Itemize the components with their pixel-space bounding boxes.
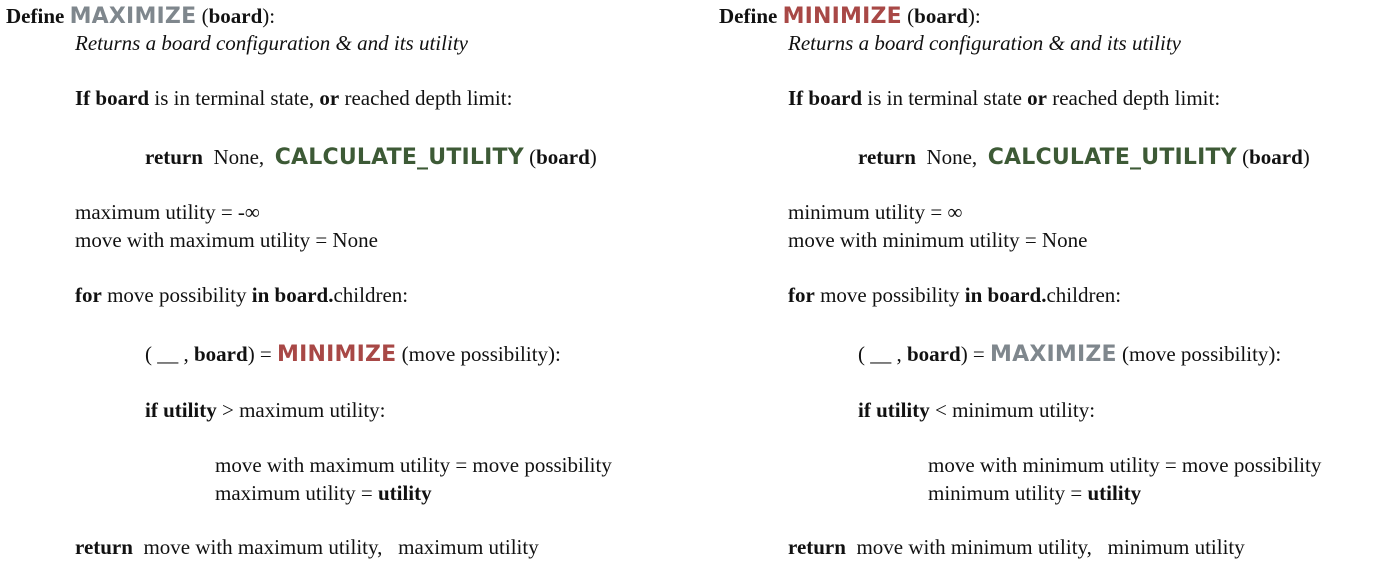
or-keyword: or	[319, 86, 340, 110]
return-keyword: return	[145, 145, 203, 169]
tuple-open: ( __ ,	[858, 342, 907, 366]
minimize-compare: if utility < minimum utility:	[858, 396, 1095, 424]
tuple-eq: ) =	[960, 342, 991, 366]
for-mid-text: move possibility	[814, 283, 965, 307]
board-keyword: board	[95, 86, 150, 110]
none-text: None,	[202, 145, 275, 169]
calc-close: )	[589, 145, 597, 169]
define-keyword: Define	[719, 4, 778, 28]
minimize-recursive-call: ( __ , board) = MAXIMIZE (move possibili…	[858, 340, 1281, 369]
depth-text: reached depth limit:	[339, 86, 513, 110]
maximize-compare: if utility > maximum utility:	[145, 396, 386, 424]
terminal-text: is in terminal state	[862, 86, 1028, 110]
minimize-comment: Returns a board configuration & and its …	[788, 31, 1181, 55]
tuple-open: ( __ ,	[145, 342, 194, 366]
tuple-board: board	[907, 342, 961, 366]
for-children-text: children:	[1046, 283, 1122, 307]
minimize-assign-utility: minimum utility = utility	[928, 479, 1141, 507]
minimize-function-name: MINIMIZE	[782, 4, 902, 29]
maximize-final-return: return move with maximum utility, maximu…	[75, 533, 539, 561]
terminal-text: is in terminal state,	[149, 86, 320, 110]
calc-board: board	[1249, 145, 1303, 169]
if-keyword: If	[75, 86, 91, 110]
if-keyword: if	[145, 398, 158, 422]
final-return-text: move with minimum utility, minimum utili…	[845, 535, 1245, 559]
define-keyword: Define	[6, 4, 65, 28]
assign-util-value: utility	[1087, 481, 1142, 505]
for-children-text: children:	[333, 283, 409, 307]
maximize-for-loop: for move possibility in board.children:	[75, 281, 408, 309]
minimize-define-line: Define MINIMIZE (board):	[719, 2, 981, 31]
if-keyword: If	[788, 86, 804, 110]
for-mid-text: move possibility	[101, 283, 252, 307]
tuple-board: board	[194, 342, 248, 366]
calc-close: )	[1302, 145, 1310, 169]
for-board-keyword: board.	[982, 283, 1047, 307]
in-keyword: in	[964, 283, 983, 307]
calculate-utility-function-name: CALCULATE_UTILITY	[274, 145, 524, 170]
if-keyword: if	[858, 398, 871, 422]
minimize-for-loop: for move possibility in board.children:	[788, 281, 1121, 309]
calculate-utility-function-name: CALCULATE_UTILITY	[987, 145, 1237, 170]
assign-util-text: minimum utility =	[928, 481, 1088, 505]
none-text: None,	[915, 145, 988, 169]
utility-keyword: utility	[870, 398, 930, 422]
board-keyword: board	[808, 86, 863, 110]
tuple-eq: ) =	[247, 342, 278, 366]
compare-text: > maximum utility:	[216, 398, 386, 422]
return-keyword: return	[858, 145, 916, 169]
assign-util-value: utility	[377, 481, 432, 505]
minimize-assign-move: move with minimum utility = move possibi…	[928, 453, 1322, 477]
maximize-function-name: MAXIMIZE	[990, 342, 1117, 367]
param-board: board	[914, 4, 968, 28]
return-keyword: return	[788, 535, 846, 559]
maximize-terminal-return: return None, CALCULATE_UTILITY (board)	[145, 143, 597, 172]
calc-board: board	[536, 145, 590, 169]
minimize-utility-init: minimum utility = ∞	[788, 200, 963, 224]
param-close: ):	[262, 4, 276, 28]
param-board: board	[208, 4, 263, 28]
minimize-terminal-check: If board is in terminal state or reached…	[788, 84, 1220, 112]
maximize-assign-move: move with maximum utility = move possibi…	[215, 453, 612, 477]
calc-open: (	[523, 145, 537, 169]
maximize-utility-init: maximum utility = -∞	[75, 200, 260, 224]
in-keyword: in	[251, 283, 270, 307]
depth-text: reached depth limit:	[1046, 86, 1221, 110]
call-args: (move possibility):	[396, 342, 561, 366]
minimize-final-return: return move with minimum utility, minimu…	[788, 533, 1245, 561]
return-keyword: return	[75, 535, 133, 559]
call-args: (move possibility):	[1116, 342, 1282, 366]
maximize-comment: Returns a board configuration & and its …	[75, 31, 468, 55]
or-keyword: or	[1027, 86, 1047, 110]
minimize-function-name: MINIMIZE	[277, 342, 397, 367]
for-board-keyword: board.	[269, 283, 334, 307]
utility-keyword: utility	[157, 398, 217, 422]
maximize-move-init: move with maximum utility = None	[75, 228, 378, 252]
minimize-function-block: Define MINIMIZE (board): Returns a board…	[719, 0, 1400, 570]
for-keyword: for	[788, 283, 815, 307]
final-return-text: move with maximum utility, maximum utili…	[132, 535, 539, 559]
maximize-recursive-call: ( __ , board) = MINIMIZE (move possibili…	[145, 340, 561, 369]
assign-util-text: maximum utility =	[215, 481, 378, 505]
param-close: ):	[967, 4, 981, 28]
for-keyword: for	[75, 283, 102, 307]
minimize-move-init: move with minimum utility = None	[788, 228, 1088, 252]
param-open: (	[201, 4, 209, 28]
maximize-define-line: Define MAXIMIZE (board):	[6, 2, 275, 31]
maximize-assign-utility: maximum utility = utility	[215, 479, 432, 507]
compare-text: < minimum utility:	[929, 398, 1096, 422]
calc-open: (	[1236, 145, 1250, 169]
maximize-function-name: MAXIMIZE	[69, 4, 197, 29]
minimize-terminal-return: return None, CALCULATE_UTILITY (board)	[858, 143, 1310, 172]
maximize-terminal-check: If board is in terminal state, or reache…	[75, 84, 512, 112]
maximize-function-block: Define MAXIMIZE (board): Returns a board…	[6, 0, 696, 570]
